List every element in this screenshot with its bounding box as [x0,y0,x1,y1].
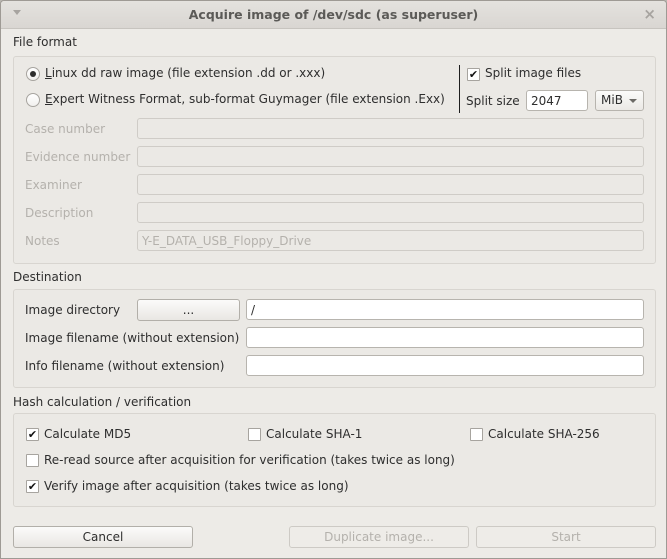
chevron-down-icon [629,99,637,103]
reread-source-label[interactable]: Re-read source after acquisition for ver… [44,453,455,467]
file-format-heading: File format [13,35,77,49]
md5-label[interactable]: Calculate MD5 [44,427,131,441]
window-title: Acquire image of /dev/sdc (as superuser) [188,7,479,22]
evidence-number-input[interactable] [137,146,644,167]
file-format-group: Linux dd raw image (file extension .dd o… [13,56,656,264]
radio-linux-dd-label[interactable]: Linux dd raw image (file extension .dd o… [45,66,325,80]
info-filename-label: Info filename (without extension) [25,359,225,373]
destination-heading: Destination [13,270,82,284]
description-input[interactable] [137,202,644,223]
acquire-image-dialog: Acquire image of /dev/sdc (as superuser)… [0,0,667,559]
info-filename-input[interactable] [246,355,644,376]
sha1-label[interactable]: Calculate SHA-1 [266,427,362,441]
split-unit-value: MiB [601,93,623,107]
examiner-label: Examiner [25,178,82,192]
browse-directory-button[interactable]: ... [137,299,240,321]
evidence-number-label: Evidence number [25,150,131,164]
start-button[interactable]: Start [476,526,656,548]
close-icon[interactable]: × [643,5,656,23]
radio-expert-witness-label[interactable]: Expert Witness Format, sub-format Guymag… [45,92,445,106]
image-filename-label: Image filename (without extension) [25,331,240,345]
split-image-files-checkbox[interactable]: ✔ [467,68,480,81]
split-size-input[interactable] [526,90,588,111]
notes-label: Notes [25,234,60,248]
split-image-files-label[interactable]: Split image files [485,66,581,80]
description-label: Description [25,206,94,220]
image-directory-label: Image directory [25,303,121,317]
sha256-label[interactable]: Calculate SHA-256 [488,427,600,441]
sha1-checkbox[interactable] [248,428,261,441]
md5-checkbox[interactable]: ✔ [26,428,39,441]
destination-group: Image directory ... Image filename (with… [13,289,656,388]
radio-linux-dd[interactable] [26,67,40,81]
reread-source-checkbox[interactable] [26,454,39,467]
vertical-separator [459,65,460,113]
image-filename-input[interactable] [246,327,644,348]
duplicate-image-button[interactable]: Duplicate image... [289,526,469,548]
title-bar: Acquire image of /dev/sdc (as superuser)… [1,1,666,29]
hash-heading: Hash calculation / verification [13,395,192,409]
cancel-button[interactable]: Cancel [13,526,193,548]
sha256-checkbox[interactable] [470,428,483,441]
verify-image-label[interactable]: Verify image after acquisition (takes tw… [44,479,349,493]
radio-expert-witness[interactable] [26,93,40,107]
hash-group: ✔ Calculate MD5 Calculate SHA-1 Calculat… [13,413,656,507]
notes-input[interactable] [137,230,644,251]
case-number-input[interactable] [137,118,644,139]
case-number-label: Case number [25,122,106,136]
split-size-label: Split size [466,94,520,108]
verify-image-checkbox[interactable]: ✔ [26,480,39,493]
split-unit-select[interactable]: MiB [595,90,644,111]
examiner-input[interactable] [137,174,644,195]
image-directory-input[interactable] [246,299,644,320]
